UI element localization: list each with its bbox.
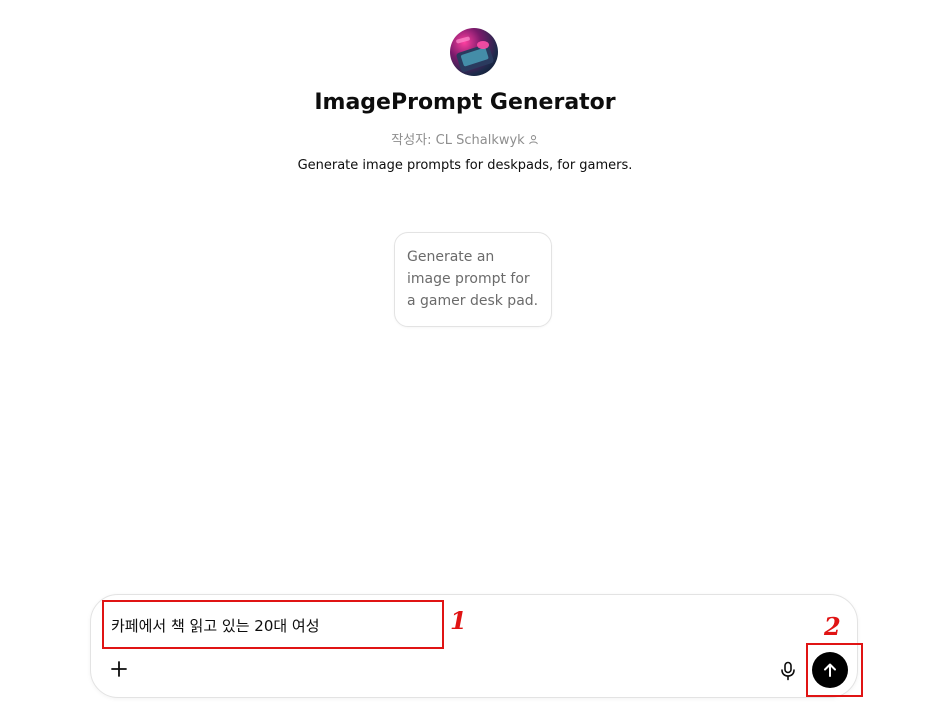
voice-input-button[interactable] — [779, 661, 797, 681]
annotation-label-2: 2 — [824, 612, 841, 641]
person-icon — [528, 134, 539, 149]
microphone-icon — [781, 661, 795, 681]
page: ImagePrompt Generator 작성자: CL Schalkwyk … — [0, 0, 930, 704]
suggestion-card[interactable]: Generate an image prompt for a gamer des… — [394, 232, 552, 327]
gpt-description: Generate image prompts for deskpads, for… — [297, 158, 633, 173]
author-label: 작성자: CL Schalkwyk — [391, 133, 525, 148]
gpt-author: 작성자: CL Schalkwyk — [0, 129, 930, 149]
annotation-box-1 — [102, 600, 444, 649]
gamer-desk-avatar-icon — [456, 36, 494, 72]
gpt-title: ImagePrompt Generator — [314, 90, 616, 115]
gpt-avatar — [450, 28, 498, 76]
annotation-label-1: 1 — [450, 606, 467, 635]
attach-button[interactable] — [109, 659, 129, 679]
annotation-box-2 — [806, 643, 863, 697]
plus-icon — [111, 661, 127, 677]
